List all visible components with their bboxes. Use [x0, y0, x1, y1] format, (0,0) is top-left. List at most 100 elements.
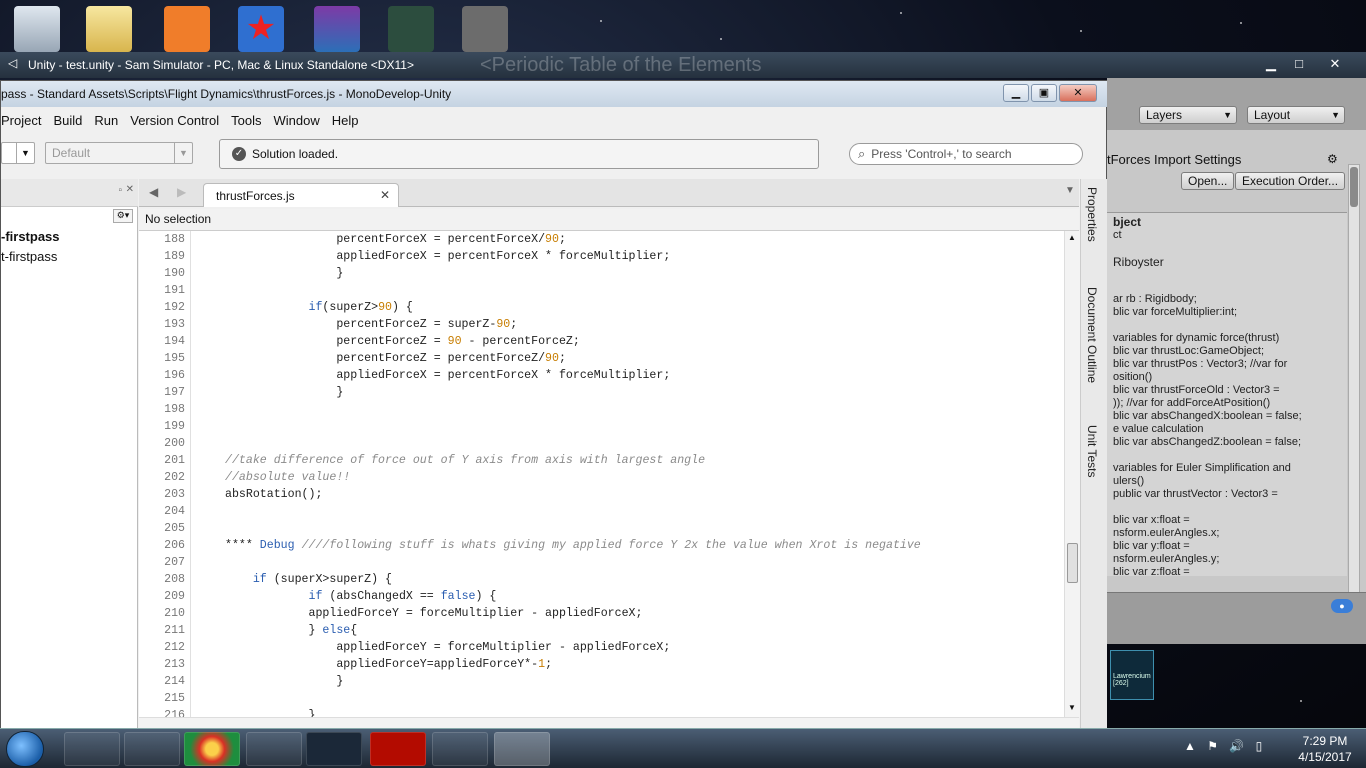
tab-thrustforces[interactable]: thrustForces.js ✕ — [203, 183, 399, 207]
clock[interactable]: 7:29 PM 4/15/2017 — [1290, 733, 1360, 765]
start-button[interactable] — [6, 731, 44, 767]
solution-item[interactable]: t-firstpass — [1, 249, 57, 264]
line-number: 204 — [164, 505, 185, 518]
minimize-button[interactable]: ▁ — [1003, 84, 1029, 102]
code-line: 215 — [139, 690, 1064, 707]
maximize-button[interactable]: □ — [1286, 55, 1312, 73]
code-line: 195 percentForceZ = percentForceZ/90; — [139, 350, 1064, 367]
element-tile: Lawrencium [262] — [1110, 650, 1154, 700]
close-button[interactable]: ✕ — [1322, 55, 1348, 73]
solution-pad-header: ▫ ✕ — [1, 179, 138, 207]
code-text: appliedForceX = percentForceX * forceMul… — [225, 369, 671, 382]
code-line: 211 } else{ — [139, 622, 1064, 639]
steam-taskbar-icon[interactable] — [306, 732, 362, 766]
preview-line: nsform.eulerAngles.y; — [1113, 553, 1220, 565]
app-icon[interactable] — [388, 6, 434, 52]
unity-title: Unity - test.unity - Sam Simulator - PC,… — [28, 58, 414, 72]
check-icon: ✓ — [232, 147, 246, 161]
code-text: if (superX>superZ) { — [252, 573, 392, 586]
status-area: ✓ Solution loaded. — [219, 139, 819, 169]
menu-build[interactable]: Build — [53, 111, 92, 133]
line-number: 200 — [164, 437, 185, 450]
code-line: 199 — [139, 418, 1064, 435]
recycle-bin-icon[interactable] — [14, 6, 60, 52]
monodevelop-title: pass - Standard Assets\Scripts\Flight Dy… — [1, 87, 452, 101]
code-line: 205 — [139, 520, 1064, 537]
gear-icon[interactable]: ⚙▾ — [113, 209, 133, 223]
menu-version-control[interactable]: Version Control — [130, 111, 229, 133]
close-button[interactable]: ✕ — [1059, 84, 1097, 102]
run-target-combo[interactable]: ▼ — [1, 142, 35, 164]
status-text: Solution loaded. — [252, 147, 339, 161]
menu-project[interactable]: Project — [1, 111, 51, 133]
code-text: percentForceZ = superZ-90; — [225, 318, 518, 331]
code-text: **** Debug ////following stuff is whats … — [225, 539, 921, 552]
restore-button[interactable]: ▣ — [1031, 84, 1057, 102]
code-line: 202 //absolute value!! — [139, 469, 1064, 486]
chevron-down-icon: ▼ — [16, 143, 34, 163]
code-line: 198 — [139, 401, 1064, 418]
unity-title-bar: ◁ Unity - test.unity - Sam Simulator - P… — [0, 52, 1366, 78]
explorer-taskbar-icon[interactable] — [64, 732, 120, 766]
pen-taskbar-icon[interactable] — [124, 732, 180, 766]
editor-vertical-scrollbar[interactable]: ▲ ▼ — [1064, 231, 1080, 717]
code-line: 197 } — [139, 384, 1064, 401]
selection-bar: No selection — [139, 209, 1079, 231]
document-outline-pad-tab[interactable]: Document Outline — [1085, 287, 1099, 383]
code-line: 192 if(superZ>90) { — [139, 299, 1064, 316]
menu-tools[interactable]: Tools — [231, 111, 271, 133]
winrar-icon[interactable] — [314, 6, 360, 52]
dock-icon[interactable]: ▫ — [118, 185, 122, 196]
unity-taskbar-icon[interactable] — [432, 732, 488, 766]
menu-bar: Project Build Run Version Control Tools … — [1, 111, 371, 133]
asset-labels-bar: ● — [1107, 592, 1366, 644]
line-number: 190 — [164, 267, 185, 280]
menu-run[interactable]: Run — [94, 111, 128, 133]
preview-line: blic var thrustPos : Vector3; //var for — [1113, 358, 1288, 370]
configuration-combo[interactable]: Default ▼ — [45, 142, 193, 164]
open-button[interactable]: Open... — [1181, 172, 1235, 190]
line-number: 203 — [164, 488, 185, 501]
close-icon[interactable]: ✕ — [126, 184, 134, 195]
close-icon[interactable]: ✕ — [380, 188, 390, 202]
layers-dropdown[interactable]: Layers ▼ — [1139, 106, 1237, 124]
code-line: 196 appliedForceX = percentForceX * forc… — [139, 367, 1064, 384]
preview-line: blic var y:float = — [1113, 540, 1190, 552]
code-editor[interactable]: 188 percentForceX = percentForceX/90; 189… — [139, 231, 1079, 717]
execution-order-button[interactable]: Execution Order... — [1235, 172, 1346, 190]
search-field[interactable]: ⌕ Press 'Control+,' to search — [849, 143, 1083, 165]
pdf-taskbar-icon[interactable] — [370, 732, 426, 766]
code-line: 193 percentForceZ = superZ-90; — [139, 316, 1064, 333]
line-number: 191 — [164, 284, 185, 297]
folder-icon[interactable] — [86, 6, 132, 52]
back-arrow-icon[interactable]: ◀ — [149, 185, 158, 199]
unit-tests-pad-tab[interactable]: Unit Tests — [1085, 425, 1099, 477]
menu-help[interactable]: Help — [332, 111, 369, 133]
monodevelop-taskbar-icon[interactable] — [494, 732, 550, 766]
inspector-scrollbar[interactable] — [1348, 164, 1360, 632]
line-number: 201 — [164, 454, 185, 467]
system-tray-icons[interactable]: ▲ ⚑ 🔊 ▯ — [1184, 739, 1266, 753]
minimize-button[interactable]: ▁ — [1258, 55, 1284, 73]
properties-pad-tab[interactable]: Properties — [1085, 187, 1099, 242]
star-app-icon[interactable]: ★ — [238, 6, 284, 52]
chrome-taskbar-icon[interactable] — [184, 732, 240, 766]
code-text: percentForceX = percentForceX/90; — [225, 233, 566, 246]
preview-line: blic var absChangedZ:boolean = false; — [1113, 436, 1302, 448]
app-shortcut-icon[interactable] — [164, 6, 210, 52]
app-icon[interactable] — [462, 6, 508, 52]
document-tab-bar: ◀ ▶ thrustForces.js ✕ ▼ — [139, 179, 1079, 207]
code-text: } — [225, 675, 344, 688]
layout-dropdown[interactable]: Layout ▼ — [1247, 106, 1345, 124]
file-taskbar-icon[interactable] — [246, 732, 302, 766]
solution-item[interactable]: -firstpass — [1, 229, 60, 244]
preview-line: public var thrustVector : Vector3 = — [1113, 488, 1278, 500]
tab-dropdown-icon[interactable]: ▼ — [1065, 185, 1075, 196]
forward-arrow-icon[interactable]: ▶ — [177, 185, 186, 199]
script-preview: bject ct Riboyster ar rb : Rigidbody; bl… — [1107, 212, 1347, 578]
side-pad-bar: Properties Document Outline Unit Tests — [1080, 179, 1107, 731]
tag-icon[interactable]: ● — [1331, 599, 1353, 613]
unity-logo-icon: ◁ — [8, 56, 18, 70]
settings-gear-icon[interactable]: ⚙ — [1327, 152, 1338, 166]
menu-window[interactable]: Window — [274, 111, 330, 133]
